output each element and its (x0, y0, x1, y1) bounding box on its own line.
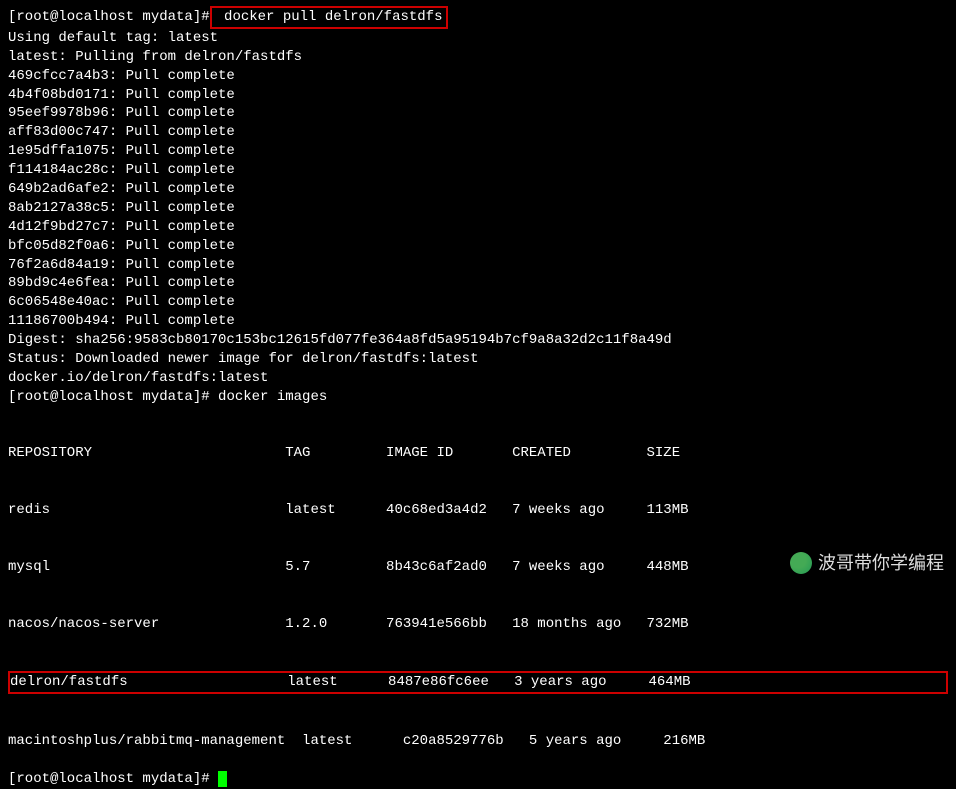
terminal-cursor (218, 771, 227, 787)
output-line: 1e95dffa1075: Pull complete (8, 142, 948, 161)
watermark: 波哥带你学编程 (790, 551, 944, 575)
output-line: 4d12f9bd27c7: Pull complete (8, 218, 948, 237)
output-line: latest: Pulling from delron/fastdfs (8, 48, 948, 67)
output-line: 11186700b494: Pull complete (8, 312, 948, 331)
prompt-line-2: [root@localhost mydata]# docker images (8, 388, 948, 407)
output-line: 8ab2127a38c5: Pull complete (8, 199, 948, 218)
prompt-line-1: [root@localhost mydata]# docker pull del… (8, 6, 948, 29)
table-row-highlighted: delron/fastdfs latest 8487e86fc6ee 3 yea… (8, 671, 948, 694)
docker-images-table: REPOSITORY TAG IMAGE ID CREATED SIZE red… (8, 407, 948, 770)
table-header: REPOSITORY TAG IMAGE ID CREATED SIZE (8, 444, 948, 463)
output-line: Digest: sha256:9583cb80170c153bc12615fd0… (8, 331, 948, 350)
output-line: 76f2a6d84a19: Pull complete (8, 256, 948, 275)
docker-images-cmd: docker images (210, 389, 328, 405)
watermark-text: 波哥带你学编程 (818, 551, 944, 575)
pull-output-block: Using default tag: latest latest: Pullin… (8, 29, 948, 388)
output-line: 95eef9978b96: Pull complete (8, 104, 948, 123)
prompt-prefix: [root@localhost mydata]# (8, 9, 210, 25)
wechat-icon (790, 552, 812, 574)
table-row: nacos/nacos-server 1.2.0 763941e566bb 18… (8, 615, 948, 634)
prompt-line-3[interactable]: [root@localhost mydata]# (8, 770, 948, 789)
output-line: 4b4f08bd0171: Pull complete (8, 86, 948, 105)
output-line: Using default tag: latest (8, 29, 948, 48)
prompt-prefix: [root@localhost mydata]# (8, 771, 210, 787)
output-line: 469cfcc7a4b3: Pull complete (8, 67, 948, 86)
table-row: redis latest 40c68ed3a4d2 7 weeks ago 11… (8, 501, 948, 520)
output-line: bfc05d82f0a6: Pull complete (8, 237, 948, 256)
output-line: Status: Downloaded newer image for delro… (8, 350, 948, 369)
table-row: macintoshplus/rabbitmq-management latest… (8, 732, 948, 751)
docker-pull-cmd-highlight: docker pull delron/fastdfs (210, 6, 449, 29)
output-line: docker.io/delron/fastdfs:latest (8, 369, 948, 388)
prompt-prefix: [root@localhost mydata]# (8, 389, 210, 405)
output-line: 6c06548e40ac: Pull complete (8, 293, 948, 312)
output-line: 649b2ad6afe2: Pull complete (8, 180, 948, 199)
output-line: 89bd9c4e6fea: Pull complete (8, 274, 948, 293)
output-line: f114184ac28c: Pull complete (8, 161, 948, 180)
output-line: aff83d00c747: Pull complete (8, 123, 948, 142)
